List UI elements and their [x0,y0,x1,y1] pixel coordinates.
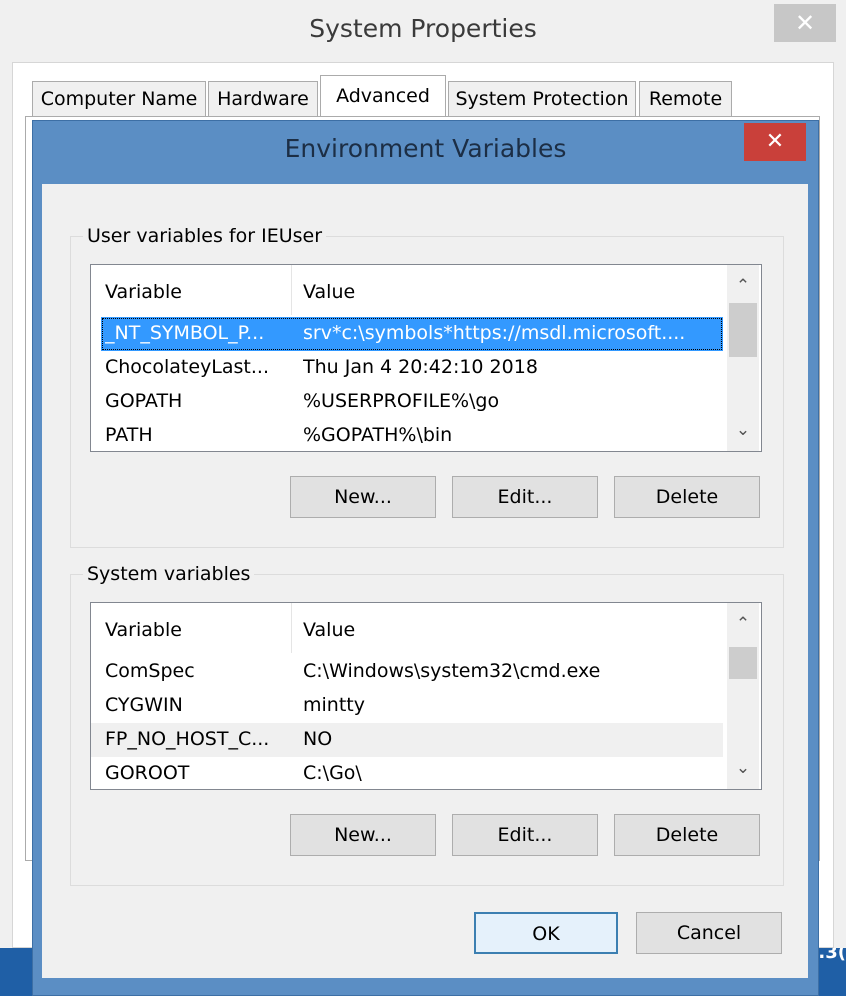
table-row[interactable]: GOROOT C:\Go\ [91,757,723,789]
system-column-variable[interactable]: Variable [105,619,182,641]
system-delete-button[interactable]: Delete [614,814,760,856]
user-new-button[interactable]: New... [290,476,436,518]
close-icon: ✕ [765,129,785,154]
value-cell: srv*c:\symbols*https://msdl.microsoft...… [303,322,686,344]
scrollbar-thumb[interactable] [729,303,757,357]
system-properties-title: System Properties [309,14,537,43]
system-properties-close-button[interactable]: ✕ [774,4,836,42]
variable-cell: CYGWIN [105,694,183,716]
variable-cell: FP_NO_HOST_C... [105,728,270,750]
tab-computer-name[interactable]: Computer Name [32,81,206,117]
user-column-value[interactable]: Value [303,281,355,303]
value-cell: C:\Windows\system32\cmd.exe [303,660,601,682]
user-variables-list[interactable]: Variable Value _NT_SYMBOL_P... srv*c:\sy… [90,264,762,452]
variable-cell: PATH [105,424,153,446]
variable-cell: GOROOT [105,762,190,784]
user-column-variable[interactable]: Variable [105,281,182,303]
system-variables-list[interactable]: Variable Value ComSpec C:\Windows\system… [90,602,762,790]
environment-variables-close-button[interactable]: ✕ [744,123,806,161]
system-list-scrollbar[interactable]: ⌃ ⌄ [727,603,759,789]
scroll-down-icon[interactable]: ⌄ [727,753,759,783]
user-delete-button[interactable]: Delete [614,476,760,518]
system-variables-label: System variables [83,563,255,585]
table-row[interactable]: ComSpec C:\Windows\system32\cmd.exe [91,655,723,689]
table-row[interactable]: CYGWIN mintty [91,689,723,723]
column-separator [291,603,292,653]
table-row[interactable]: PATH %GOPATH%\bin [91,419,723,451]
table-row[interactable]: GOPATH %USERPROFILE%\go [91,385,723,419]
value-cell: C:\Go\ [303,762,362,784]
environment-variables-title: Environment Variables [284,134,567,163]
cancel-button[interactable]: Cancel [636,912,782,954]
user-edit-button[interactable]: Edit... [452,476,598,518]
system-edit-button[interactable]: Edit... [452,814,598,856]
variable-cell: GOPATH [105,390,183,412]
scroll-up-icon[interactable]: ⌃ [727,271,759,301]
ok-button[interactable]: OK [474,912,618,954]
value-cell: mintty [303,694,365,716]
column-separator [291,265,292,315]
close-icon: ✕ [794,9,816,37]
variable-cell: ChocolateyLast... [105,356,270,378]
value-cell: %USERPROFILE%\go [303,390,500,412]
table-row[interactable]: _NT_SYMBOL_P... srv*c:\symbols*https://m… [101,317,723,351]
variable-cell: ComSpec [105,660,195,682]
value-cell: %GOPATH%\bin [303,424,453,446]
variable-cell: _NT_SYMBOL_P... [105,322,265,344]
value-cell: Thu Jan 4 20:42:10 2018 [303,356,538,378]
system-column-value[interactable]: Value [303,619,355,641]
tab-hardware[interactable]: Hardware [208,81,318,117]
scroll-down-icon[interactable]: ⌄ [727,415,759,445]
user-list-scrollbar[interactable]: ⌃ ⌄ [727,265,759,451]
table-row[interactable]: FP_NO_HOST_C... NO [91,723,723,757]
system-new-button[interactable]: New... [290,814,436,856]
tab-advanced[interactable]: Advanced [320,75,446,117]
tab-remote[interactable]: Remote [639,81,732,117]
scrollbar-thumb[interactable] [729,647,757,679]
value-cell: NO [303,728,333,750]
user-variables-label: User variables for IEUser [83,225,327,247]
tab-system-protection[interactable]: System Protection [448,81,636,117]
scroll-up-icon[interactable]: ⌃ [727,609,759,639]
table-row[interactable]: ChocolateyLast... Thu Jan 4 20:42:10 201… [91,351,723,385]
